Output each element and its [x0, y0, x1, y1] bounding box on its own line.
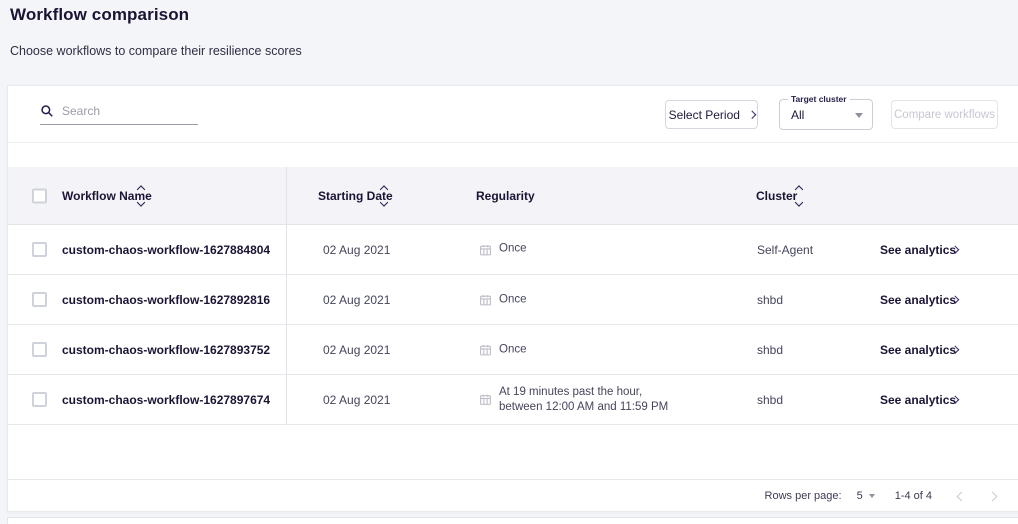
calendar-icon	[479, 343, 492, 356]
rows-per-page-select[interactable]: 5	[857, 490, 875, 502]
regularity-cell: Once	[479, 343, 527, 356]
row-checkbox[interactable]	[32, 392, 47, 407]
table-row: custom-chaos-workflow-1627897674 02 Aug …	[8, 375, 1018, 425]
row-checkbox[interactable]	[32, 242, 47, 257]
rows-per-page-value: 5	[857, 490, 863, 502]
workflow-comparison-card: Select Period Target cluster All Compare…	[7, 85, 1018, 512]
cluster-name: shbd	[757, 343, 783, 357]
compare-workflows-button[interactable]: Compare workflows	[891, 100, 998, 129]
dropdown-arrow-icon	[855, 113, 863, 118]
workflow-name: custom-chaos-workflow-1627892816	[62, 293, 270, 307]
target-cluster-select[interactable]: Target cluster All	[779, 99, 873, 130]
select-all-checkbox[interactable]	[32, 188, 47, 203]
sort-asc-icon	[795, 185, 803, 193]
regularity-text: Once	[499, 343, 527, 356]
starting-date: 02 Aug 2021	[323, 343, 390, 357]
workflow-name: custom-chaos-workflow-1627884804	[62, 243, 270, 257]
rows-per-page-label: Rows per page:	[765, 490, 842, 502]
table-row: custom-chaos-workflow-1627892816 02 Aug …	[8, 275, 1018, 325]
dropdown-arrow-icon	[869, 494, 875, 498]
search-input[interactable]	[62, 104, 182, 118]
sort-desc-icon	[795, 198, 803, 206]
target-cluster-label: Target cluster	[788, 95, 850, 104]
see-analytics-link[interactable]: See analytics	[880, 393, 956, 407]
column-regularity: Regularity	[476, 189, 535, 203]
cluster-name: shbd	[757, 393, 783, 407]
sort-desc-icon	[137, 198, 145, 206]
cluster-name: Self-Agent	[757, 243, 813, 257]
workflow-name: custom-chaos-workflow-1627897674	[62, 393, 270, 407]
pagination-range: 1-4 of 4	[895, 490, 932, 502]
calendar-icon	[479, 393, 492, 406]
select-period-button[interactable]: Select Period	[665, 100, 758, 129]
regularity-cell: Once	[479, 293, 527, 306]
see-analytics-link[interactable]: See analytics	[880, 293, 956, 307]
previous-page-button[interactable]	[957, 491, 967, 501]
sort-workflow-name[interactable]	[138, 186, 144, 205]
search-field[interactable]	[40, 98, 198, 125]
regularity-text: Once	[499, 293, 527, 306]
cluster-name: shbd	[757, 293, 783, 307]
starting-date: 02 Aug 2021	[323, 243, 390, 257]
target-cluster-value: All	[791, 108, 804, 122]
sort-starting-date[interactable]	[381, 186, 387, 205]
regularity-cell: At 19 minutes past the hour, between 12:…	[479, 386, 668, 414]
pagination-bar: Rows per page: 5 1-4 of 4	[8, 479, 1018, 512]
regularity-text: At 19 minutes past the hour,	[499, 386, 668, 399]
next-page-button[interactable]	[988, 491, 998, 501]
row-checkbox[interactable]	[32, 342, 47, 357]
search-icon	[40, 104, 54, 118]
select-period-label: Select Period	[669, 108, 740, 122]
regularity-text-2: between 12:00 AM and 11:59 PM	[499, 401, 668, 414]
row-checkbox[interactable]	[32, 292, 47, 307]
table-row: custom-chaos-workflow-1627893752 02 Aug …	[8, 325, 1018, 375]
page-subtitle: Choose workflows to compare their resili…	[10, 44, 302, 58]
see-analytics-link[interactable]: See analytics	[880, 343, 956, 357]
chevron-right-icon	[748, 111, 756, 119]
sort-asc-icon	[137, 185, 145, 193]
sort-cluster[interactable]	[796, 186, 802, 205]
sort-desc-icon	[380, 198, 388, 206]
column-cluster: Cluster	[756, 189, 797, 203]
see-analytics-link[interactable]: See analytics	[880, 243, 956, 257]
next-section-edge	[7, 517, 1018, 524]
starting-date: 02 Aug 2021	[323, 293, 390, 307]
calendar-icon	[479, 293, 492, 306]
sort-asc-icon	[380, 185, 388, 193]
table-header: Workflow Name Starting Date Regularity C…	[8, 167, 1018, 225]
calendar-icon	[479, 243, 492, 256]
workflow-name: custom-chaos-workflow-1627893752	[62, 343, 270, 357]
regularity-cell: Once	[479, 242, 527, 257]
table-toolbar: Select Period Target cluster All Compare…	[8, 86, 1018, 143]
column-divider	[286, 167, 287, 425]
regularity-text: Once	[499, 242, 527, 255]
page-title: Workflow comparison	[10, 5, 189, 25]
table-body: custom-chaos-workflow-1627884804 02 Aug …	[8, 225, 1018, 425]
table-row: custom-chaos-workflow-1627884804 02 Aug …	[8, 225, 1018, 275]
starting-date: 02 Aug 2021	[323, 393, 390, 407]
